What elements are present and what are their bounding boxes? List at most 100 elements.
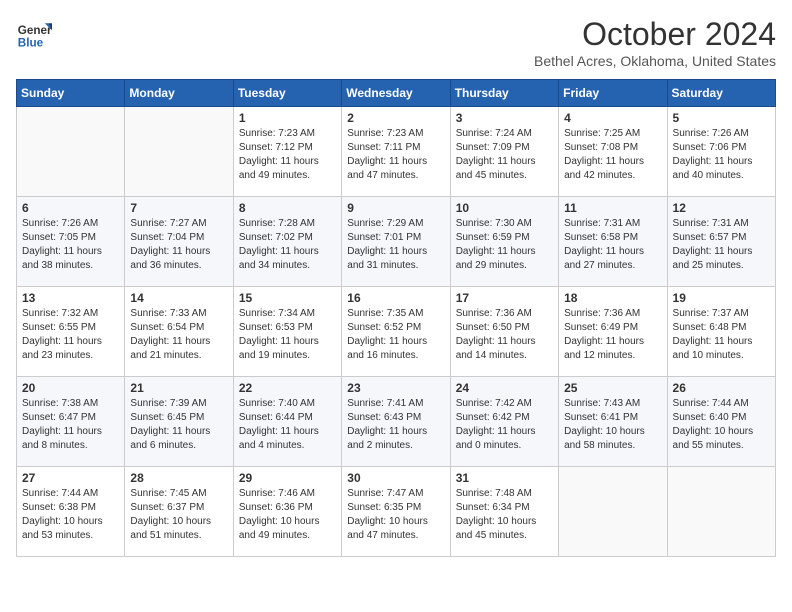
calendar-cell: 11Sunrise: 7:31 AM Sunset: 6:58 PM Dayli… xyxy=(559,197,667,287)
day-number: 26 xyxy=(673,381,770,395)
calendar-cell: 1 Sunrise: 7:23 AM Sunset: 7:12 PM Daylig… xyxy=(233,107,341,197)
weekday-header-sunday: Sunday xyxy=(17,80,125,107)
calendar-table: SundayMondayTuesdayWednesdayThursdayFrid… xyxy=(16,79,776,557)
day-info: Sunrise: 7:26 AM Sunset: 7:06 PM Dayligh… xyxy=(673,127,770,183)
day-number: 12 xyxy=(673,201,770,215)
calendar-cell: 7 Sunrise: 7:27 AM Sunset: 7:04 PM Daylig… xyxy=(125,197,233,287)
calendar-cell: 17 Sunrise: 7:36 AM Sunset: 6:50 PM Dayli… xyxy=(450,287,558,377)
day-number: 7 xyxy=(130,201,227,215)
day-number: 20 xyxy=(22,381,119,395)
day-info: Sunrise: 7:36 AM Sunset: 6:50 PM Dayligh… xyxy=(456,307,553,363)
weekday-header-wednesday: Wednesday xyxy=(342,80,450,107)
calendar-cell: 26 Sunrise: 7:44 AM Sunset: 6:40 PM Dayli… xyxy=(667,377,775,467)
logo-icon: General Blue xyxy=(16,16,52,52)
day-info: Sunrise: 7:27 AM Sunset: 7:04 PM Dayligh… xyxy=(130,217,227,273)
day-info: Sunrise: 7:30 AM Sunset: 6:59 PM Dayligh… xyxy=(456,217,553,273)
weekday-header-tuesday: Tuesday xyxy=(233,80,341,107)
day-number: 31 xyxy=(456,471,553,485)
day-number: 25 xyxy=(564,381,661,395)
calendar-week-5: 27Sunrise: 7:44 AM Sunset: 6:38 PM Dayli… xyxy=(17,467,776,557)
day-number: 28 xyxy=(130,471,227,485)
day-number: 5 xyxy=(673,111,770,125)
calendar-cell: 9 Sunrise: 7:29 AM Sunset: 7:01 PM Daylig… xyxy=(342,197,450,287)
calendar-cell: 15Sunrise: 7:34 AM Sunset: 6:53 PM Dayli… xyxy=(233,287,341,377)
title-area: October 2024 Bethel Acres, Oklahoma, Uni… xyxy=(534,16,776,69)
day-info: Sunrise: 7:48 AM Sunset: 6:34 PM Dayligh… xyxy=(456,487,553,543)
day-info: Sunrise: 7:31 AM Sunset: 6:57 PM Dayligh… xyxy=(673,217,770,273)
day-number: 27 xyxy=(22,471,119,485)
calendar-cell: 18 Sunrise: 7:36 AM Sunset: 6:49 PM Dayli… xyxy=(559,287,667,377)
calendar-cell: 28Sunrise: 7:45 AM Sunset: 6:37 PM Dayli… xyxy=(125,467,233,557)
weekday-header-friday: Friday xyxy=(559,80,667,107)
day-number: 4 xyxy=(564,111,661,125)
svg-text:General: General xyxy=(18,24,52,37)
calendar-cell: 21 Sunrise: 7:39 AM Sunset: 6:45 PM Dayli… xyxy=(125,377,233,467)
calendar-cell: 6 Sunrise: 7:26 AM Sunset: 7:05 PM Daylig… xyxy=(17,197,125,287)
calendar-cell: 31 Sunrise: 7:48 AM Sunset: 6:34 PM Dayli… xyxy=(450,467,558,557)
day-number: 6 xyxy=(22,201,119,215)
day-number: 29 xyxy=(239,471,336,485)
day-number: 19 xyxy=(673,291,770,305)
day-info: Sunrise: 7:42 AM Sunset: 6:42 PM Dayligh… xyxy=(456,397,553,453)
svg-text:Blue: Blue xyxy=(18,37,44,50)
calendar-week-1: 1 Sunrise: 7:23 AM Sunset: 7:12 PM Daylig… xyxy=(17,107,776,197)
day-number: 24 xyxy=(456,381,553,395)
day-info: Sunrise: 7:41 AM Sunset: 6:43 PM Dayligh… xyxy=(347,397,444,453)
day-info: Sunrise: 7:26 AM Sunset: 7:05 PM Dayligh… xyxy=(22,217,119,273)
day-number: 8 xyxy=(239,201,336,215)
calendar-cell: 27Sunrise: 7:44 AM Sunset: 6:38 PM Dayli… xyxy=(17,467,125,557)
day-number: 10 xyxy=(456,201,553,215)
weekday-header-saturday: Saturday xyxy=(667,80,775,107)
logo: General Blue xyxy=(16,16,52,52)
day-info: Sunrise: 7:32 AM Sunset: 6:55 PM Dayligh… xyxy=(22,307,119,363)
day-number: 2 xyxy=(347,111,444,125)
day-number: 1 xyxy=(239,111,336,125)
weekday-header-monday: Monday xyxy=(125,80,233,107)
day-info: Sunrise: 7:33 AM Sunset: 6:54 PM Dayligh… xyxy=(130,307,227,363)
calendar-cell xyxy=(559,467,667,557)
day-number: 11 xyxy=(564,201,661,215)
day-number: 22 xyxy=(239,381,336,395)
day-number: 30 xyxy=(347,471,444,485)
day-info: Sunrise: 7:39 AM Sunset: 6:45 PM Dayligh… xyxy=(130,397,227,453)
weekday-header-thursday: Thursday xyxy=(450,80,558,107)
day-number: 21 xyxy=(130,381,227,395)
calendar-cell: 12 Sunrise: 7:31 AM Sunset: 6:57 PM Dayli… xyxy=(667,197,775,287)
day-number: 18 xyxy=(564,291,661,305)
calendar-cell: 10 Sunrise: 7:30 AM Sunset: 6:59 PM Dayli… xyxy=(450,197,558,287)
day-number: 9 xyxy=(347,201,444,215)
day-number: 15 xyxy=(239,291,336,305)
day-info: Sunrise: 7:47 AM Sunset: 6:35 PM Dayligh… xyxy=(347,487,444,543)
day-info: Sunrise: 7:24 AM Sunset: 7:09 PM Dayligh… xyxy=(456,127,553,183)
calendar-cell: 5 Sunrise: 7:26 AM Sunset: 7:06 PM Daylig… xyxy=(667,107,775,197)
month-title: October 2024 xyxy=(534,16,776,53)
day-info: Sunrise: 7:36 AM Sunset: 6:49 PM Dayligh… xyxy=(564,307,661,363)
day-info: Sunrise: 7:40 AM Sunset: 6:44 PM Dayligh… xyxy=(239,397,336,453)
day-number: 14 xyxy=(130,291,227,305)
calendar-week-2: 6 Sunrise: 7:26 AM Sunset: 7:05 PM Daylig… xyxy=(17,197,776,287)
day-info: Sunrise: 7:44 AM Sunset: 6:40 PM Dayligh… xyxy=(673,397,770,453)
calendar-cell: 30 Sunrise: 7:47 AM Sunset: 6:35 PM Dayli… xyxy=(342,467,450,557)
calendar-cell: 2 Sunrise: 7:23 AM Sunset: 7:11 PM Daylig… xyxy=(342,107,450,197)
calendar-cell: 3Sunrise: 7:24 AM Sunset: 7:09 PM Daylig… xyxy=(450,107,558,197)
day-info: Sunrise: 7:46 AM Sunset: 6:36 PM Dayligh… xyxy=(239,487,336,543)
day-info: Sunrise: 7:37 AM Sunset: 6:48 PM Dayligh… xyxy=(673,307,770,363)
day-number: 17 xyxy=(456,291,553,305)
calendar-cell: 8 Sunrise: 7:28 AM Sunset: 7:02 PM Daylig… xyxy=(233,197,341,287)
calendar-cell: 23Sunrise: 7:41 AM Sunset: 6:43 PM Dayli… xyxy=(342,377,450,467)
day-number: 16 xyxy=(347,291,444,305)
day-info: Sunrise: 7:25 AM Sunset: 7:08 PM Dayligh… xyxy=(564,127,661,183)
calendar-cell: 16 Sunrise: 7:35 AM Sunset: 6:52 PM Dayli… xyxy=(342,287,450,377)
day-info: Sunrise: 7:23 AM Sunset: 7:11 PM Dayligh… xyxy=(347,127,444,183)
header: General Blue October 2024 Bethel Acres, … xyxy=(16,16,776,69)
weekday-header-row: SundayMondayTuesdayWednesdayThursdayFrid… xyxy=(17,80,776,107)
day-info: Sunrise: 7:23 AM Sunset: 7:12 PM Dayligh… xyxy=(239,127,336,183)
day-info: Sunrise: 7:28 AM Sunset: 7:02 PM Dayligh… xyxy=(239,217,336,273)
calendar-cell xyxy=(667,467,775,557)
day-info: Sunrise: 7:29 AM Sunset: 7:01 PM Dayligh… xyxy=(347,217,444,273)
calendar-cell: 24 Sunrise: 7:42 AM Sunset: 6:42 PM Dayli… xyxy=(450,377,558,467)
day-number: 13 xyxy=(22,291,119,305)
day-info: Sunrise: 7:35 AM Sunset: 6:52 PM Dayligh… xyxy=(347,307,444,363)
calendar-cell: 13 Sunrise: 7:32 AM Sunset: 6:55 PM Dayli… xyxy=(17,287,125,377)
calendar-cell: 20Sunrise: 7:38 AM Sunset: 6:47 PM Dayli… xyxy=(17,377,125,467)
